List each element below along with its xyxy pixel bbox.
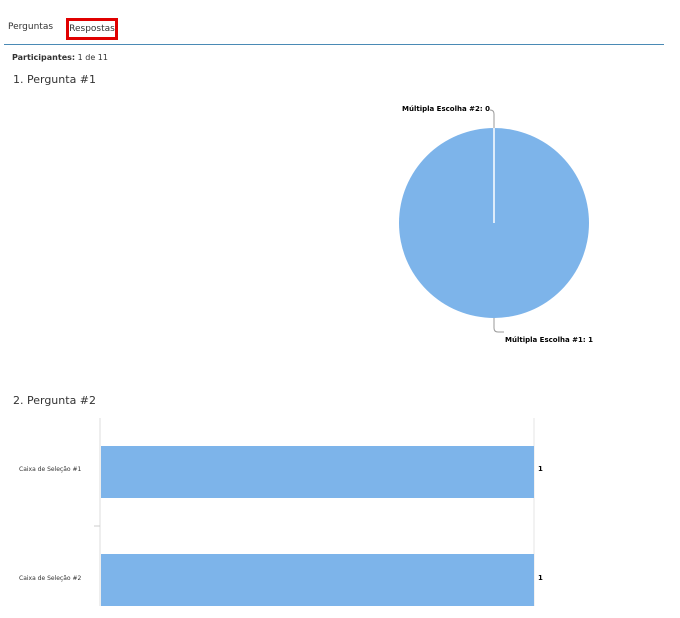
pie-label-multipla-escolha-2: Múltipla Escolha #2: 0	[402, 105, 490, 113]
pie-leader-line-2	[489, 109, 495, 128]
pie-chart	[94, 109, 589, 606]
bar-value-label-1: 1	[538, 465, 543, 473]
bar-category-label-2: Caixa de Seleção #2	[19, 575, 82, 582]
bar-value-label-2: 1	[538, 574, 543, 582]
bar-category-label-1: Caixa de Seleção #1	[19, 466, 82, 473]
question-2-title: 2. Pergunta #2	[13, 394, 97, 407]
pie-leader-line-1	[493, 318, 504, 333]
bar-1[interactable]	[101, 446, 534, 498]
pie-label-multipla-escolha-1: Múltipla Escolha #1: 1	[505, 336, 593, 344]
screenshot-frame: Perguntas Respostas Participantes: 1 de …	[0, 0, 680, 618]
results-panel: Perguntas Respostas Participantes: 1 de …	[4, 8, 664, 606]
bar-2[interactable]	[101, 554, 534, 606]
